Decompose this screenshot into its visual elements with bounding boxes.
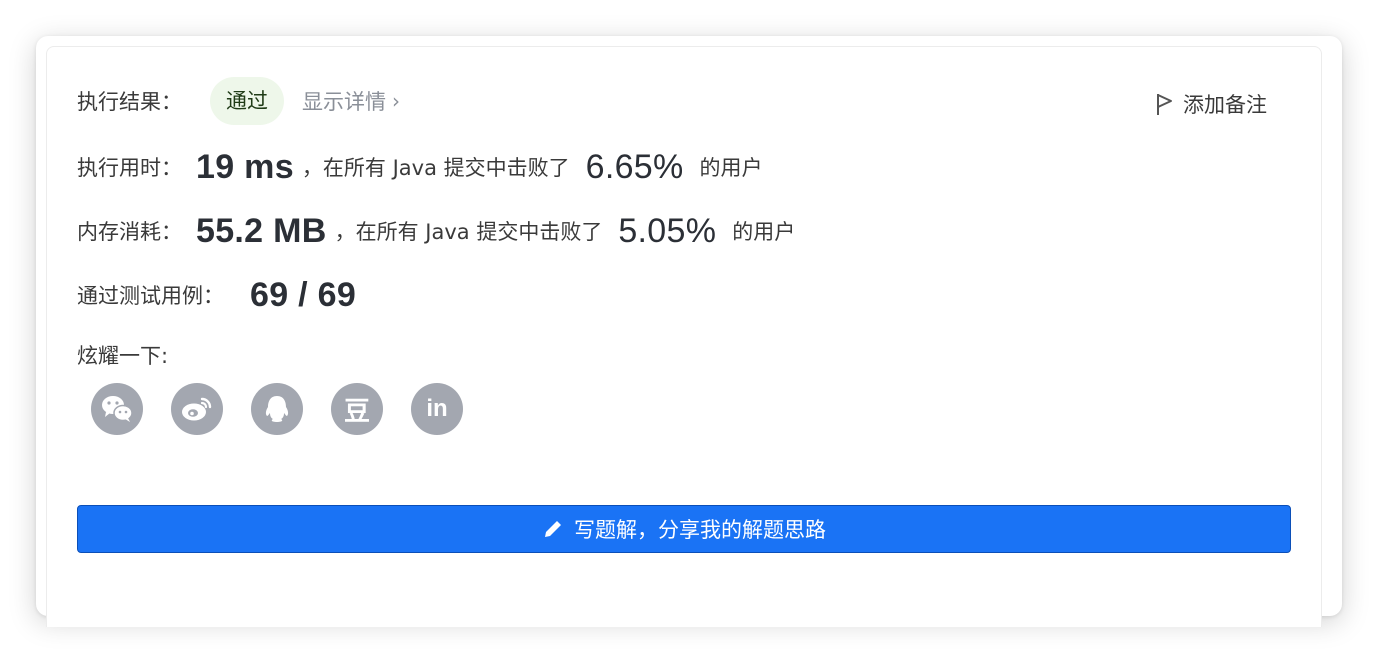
result-label: 执行结果： xyxy=(77,90,182,114)
qq-icon[interactable] xyxy=(251,383,303,435)
runtime-percent: 6.65% xyxy=(585,147,684,186)
testcases-row: 通过测试用例： 69 / 69 xyxy=(77,273,356,317)
memory-percent: 5.05% xyxy=(618,211,717,250)
runtime-row: 执行用时： 19 ms ，在所有 Java 提交中击败了 6.65% 的用户 xyxy=(77,145,763,189)
write-solution-button[interactable]: 写题解，分享我的解题思路 xyxy=(77,505,1291,553)
memory-label: 内存消耗： xyxy=(77,220,182,244)
qq-glyph xyxy=(265,396,289,422)
result-card: 执行结果： 通过 显示详情 › 添加备注 执行用时： 19 ms ，在所有 Ja… xyxy=(46,46,1322,627)
status-badge: 通过 xyxy=(210,77,284,125)
memory-row: 内存消耗： 55.2 MB ，在所有 Java 提交中击败了 5.05% 的用户 xyxy=(77,209,795,253)
memory-value: 55.2 MB xyxy=(196,211,327,250)
douban-icon[interactable]: 豆 xyxy=(331,383,383,435)
runtime-beat-text: ，在所有 Java 提交中击败了 xyxy=(301,156,570,180)
pencil-icon xyxy=(545,521,561,537)
share-label: 炫耀一下: xyxy=(77,344,169,368)
wechat-glyph xyxy=(102,396,133,422)
linkedin-glyph: in xyxy=(426,395,448,422)
result-row: 执行结果： 通过 显示详情 › xyxy=(77,77,400,125)
share-icons: 豆 in xyxy=(91,383,463,435)
flag-icon xyxy=(1157,94,1172,115)
write-solution-label: 写题解，分享我的解题思路 xyxy=(574,518,826,542)
testcases-value: 69 / 69 xyxy=(250,275,357,314)
runtime-label: 执行用时： xyxy=(77,156,182,180)
share-row: 炫耀一下: xyxy=(77,339,168,371)
linkedin-icon[interactable]: in xyxy=(411,383,463,435)
douban-glyph: 豆 xyxy=(343,396,370,427)
submission-result-panel: 执行结果： 通过 显示详情 › 添加备注 执行用时： 19 ms ，在所有 Ja… xyxy=(36,36,1342,627)
testcases-label: 通过测试用例： xyxy=(77,284,224,308)
chevron-right-icon: › xyxy=(392,89,400,113)
add-note-button[interactable]: 添加备注 xyxy=(1155,89,1267,119)
weibo-glyph xyxy=(182,397,212,421)
wechat-icon[interactable] xyxy=(91,383,143,435)
memory-users-text: 的用户 xyxy=(732,220,796,244)
weibo-icon[interactable] xyxy=(171,383,223,435)
add-note-label: 添加备注 xyxy=(1183,93,1267,117)
memory-beat-text: ，在所有 Java 提交中击败了 xyxy=(334,220,603,244)
show-details-label: 显示详情 xyxy=(302,90,386,114)
runtime-users-text: 的用户 xyxy=(699,156,763,180)
runtime-value: 19 ms xyxy=(196,147,294,186)
show-details-link[interactable]: 显示详情 › xyxy=(302,86,400,116)
